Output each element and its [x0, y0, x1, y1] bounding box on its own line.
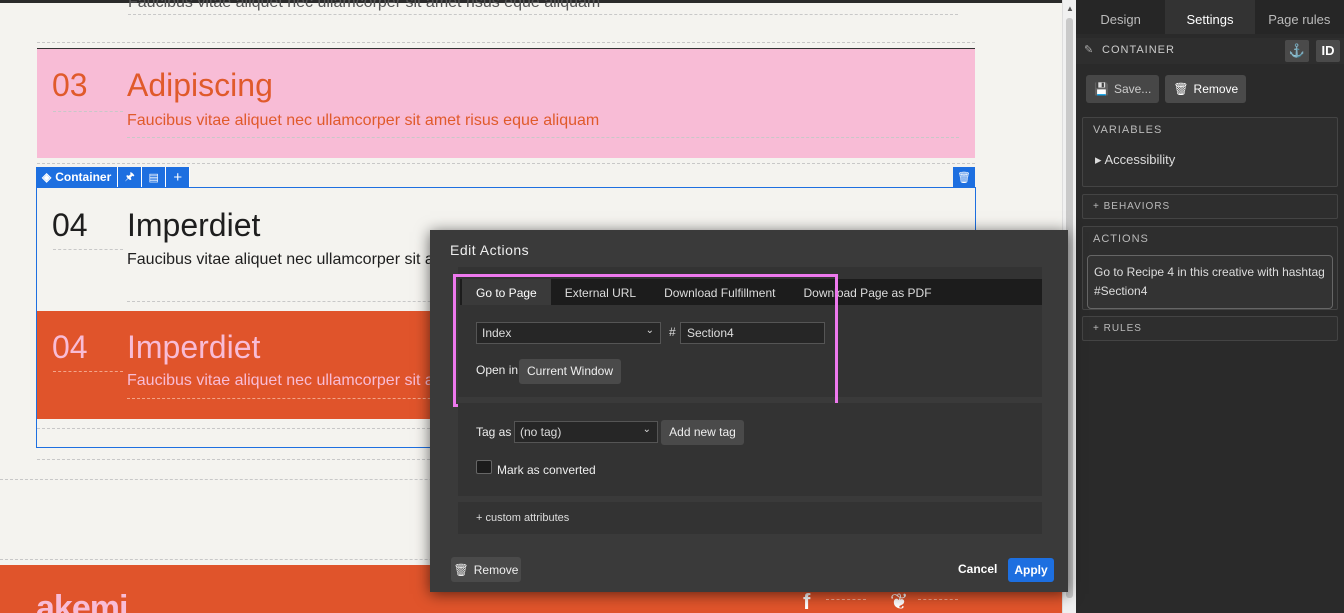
rules-section[interactable]: + RULES	[1082, 316, 1338, 341]
layers-icon: ◈	[42, 170, 52, 184]
action-item[interactable]: Go to Recipe 4 in this creative with has…	[1087, 255, 1333, 309]
pencil-icon: ✎	[1084, 44, 1094, 56]
tagging-panel	[458, 403, 1042, 496]
panel-tabs: Design Settings Page rules	[1076, 0, 1344, 34]
anchor-icon[interactable]: ⚓	[1285, 40, 1309, 62]
behaviors-header: + BEHAVIORS	[1093, 201, 1171, 212]
mark-converted-label: Mark as converted	[497, 463, 596, 477]
container-label: Container	[55, 170, 112, 184]
footer-logo: akemi	[36, 589, 128, 613]
tab-page-rules[interactable]: Page rules	[1255, 0, 1344, 34]
guide-line	[826, 599, 866, 600]
trash-icon: 🗑	[453, 562, 469, 577]
guide-line	[128, 14, 958, 15]
apply-button[interactable]: Apply	[1008, 558, 1054, 582]
accessibility-toggle[interactable]: ▸ Accessibility	[1083, 142, 1337, 178]
id-button[interactable]: ID	[1316, 40, 1340, 62]
section-adipiscing[interactable]: 03 Adipiscing Faucibus vitae aliquet nec…	[37, 48, 975, 158]
element-name: CONTAINER	[1102, 44, 1175, 56]
trash-icon: 🗑	[1173, 82, 1189, 96]
pin-icon[interactable]: 🖈	[118, 167, 143, 187]
tag-select-value: (no tag)	[520, 425, 562, 439]
container-toolbar: ◈ Container 🖈 ▤ +	[36, 167, 191, 187]
chevron-down-icon: ⌄	[642, 424, 651, 435]
tab-settings[interactable]: Settings	[1165, 0, 1255, 34]
caret-right-icon: ▸	[1095, 152, 1102, 167]
element-header: ✎ CONTAINER ⚓ ID	[1076, 38, 1344, 64]
remove-button[interactable]: 🗑 Remove	[1165, 75, 1247, 103]
behaviors-section[interactable]: + BEHAVIORS	[1082, 194, 1338, 219]
container-select-button[interactable]: ◈ Container	[36, 167, 119, 187]
tag-select[interactable]: (no tag) ⌄	[514, 421, 658, 443]
scroll-up-icon[interactable]: ▲	[1066, 4, 1074, 13]
accessibility-label: Accessibility	[1104, 152, 1176, 167]
save-icon: 💾	[1094, 82, 1109, 96]
variables-section: VARIABLES ▸ Accessibility	[1082, 117, 1338, 187]
delete-icon[interactable]: 🗑	[953, 167, 975, 187]
mark-converted-checkbox[interactable]	[476, 460, 492, 474]
guide-line	[37, 42, 975, 43]
actions-header: ACTIONS	[1093, 233, 1149, 245]
properties-panel: Design Settings Page rules ✎ CONTAINER ⚓…	[1076, 0, 1344, 613]
tab-design[interactable]: Design	[1076, 0, 1165, 34]
twitter-icon[interactable]: ❦	[890, 589, 908, 613]
save-label: Save...	[1113, 82, 1152, 96]
remove-action-label: Remove	[473, 562, 519, 577]
element-actions: 💾 Save... 🗑 Remove	[1086, 75, 1247, 103]
facebook-icon[interactable]: f	[803, 589, 810, 613]
dialog-title: Edit Actions	[450, 242, 530, 258]
highlight-annotation	[453, 274, 838, 407]
layout-icon[interactable]: ▤	[142, 167, 167, 187]
partial-description: Faucibus vitae aliquet nec ullamcorper s…	[128, 0, 601, 11]
actions-section: ACTIONS Go to Recipe 4 in this creative …	[1082, 226, 1338, 310]
cancel-button[interactable]: Cancel	[958, 562, 997, 576]
section-description: Faucibus vitae aliquet nec ullamcorper s…	[127, 112, 600, 129]
save-button[interactable]: 💾 Save...	[1086, 75, 1160, 103]
section-number: 03	[52, 67, 88, 103]
variables-header: VARIABLES	[1093, 124, 1163, 136]
guide-line	[127, 137, 959, 138]
guide-line	[53, 111, 123, 112]
tag-as-label: Tag as	[476, 425, 512, 439]
section-title: Adipiscing	[127, 67, 273, 103]
remove-action-button[interactable]: 🗑 Remove	[451, 557, 521, 582]
rules-header: + RULES	[1093, 323, 1142, 334]
add-icon[interactable]: +	[166, 167, 191, 187]
guide-line	[37, 163, 975, 164]
remove-label: Remove	[1193, 82, 1239, 96]
add-new-tag-button[interactable]: Add new tag	[661, 420, 744, 445]
custom-attributes-toggle[interactable]: + custom attributes	[476, 512, 569, 524]
guide-line	[918, 599, 958, 600]
